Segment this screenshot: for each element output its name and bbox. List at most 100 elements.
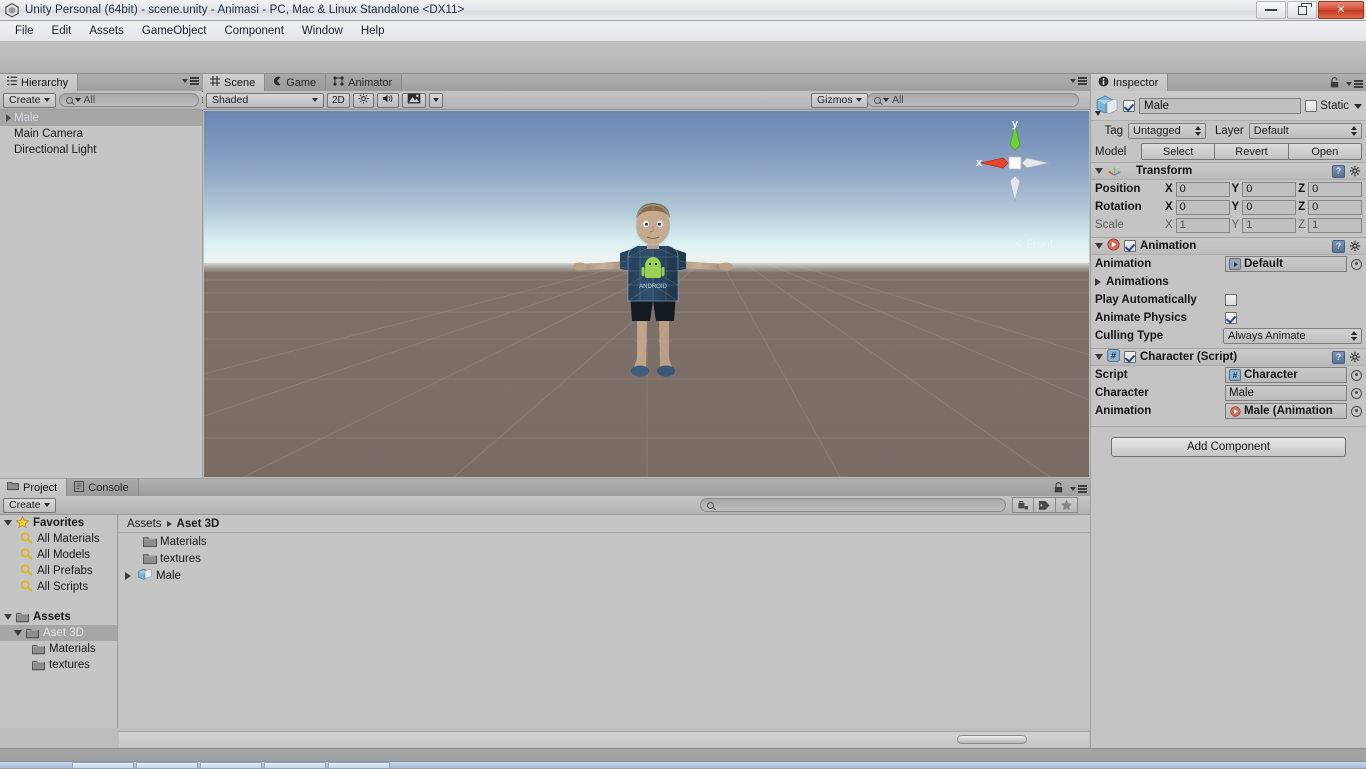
close-button[interactable]: ✕: [1318, 1, 1364, 19]
foldout-arrow-icon[interactable]: [1095, 168, 1103, 174]
tree-item-favorites[interactable]: Favorites: [0, 515, 117, 531]
script-picker-button[interactable]: [1351, 370, 1362, 381]
tag-dropdown[interactable]: Untagged: [1128, 123, 1206, 139]
static-checkbox[interactable]: [1305, 100, 1317, 112]
project-search-input[interactable]: [700, 498, 1006, 512]
animations-list-row[interactable]: Animations: [1091, 273, 1366, 291]
gear-icon[interactable]: [1349, 165, 1362, 178]
scene-viewport[interactable]: ANDROID: [204, 111, 1089, 477]
tab-game[interactable]: Game: [265, 74, 326, 91]
minimize-button[interactable]: [1256, 1, 1286, 19]
foldout-arrow-icon[interactable]: [1095, 354, 1103, 360]
content-item-male[interactable]: Male: [119, 567, 1090, 584]
script-animation-field[interactable]: Male (Animation: [1225, 403, 1347, 419]
culling-type-dropdown[interactable]: Always Animate: [1223, 328, 1362, 344]
menu-gameobject[interactable]: GameObject: [133, 23, 216, 39]
tree-item-assets[interactable]: Assets: [0, 609, 117, 625]
play-automatically-checkbox[interactable]: [1225, 294, 1237, 306]
foldout-arrow-icon[interactable]: [4, 520, 12, 526]
scene-effects-dropdown[interactable]: [429, 93, 443, 108]
tree-item-aset-3d[interactable]: Aset 3D: [0, 625, 117, 641]
scene-audio-toggle[interactable]: [377, 93, 399, 108]
tab-scene[interactable]: Scene: [203, 74, 265, 91]
filter-favorites-button[interactable]: [1056, 497, 1078, 513]
expand-arrow-icon[interactable]: [125, 572, 131, 580]
lock-icon[interactable]: [1330, 77, 1339, 91]
scene-draw-mode-dropdown[interactable]: Shaded: [206, 93, 324, 108]
rotation-x-input[interactable]: 0: [1176, 200, 1230, 215]
model-open-button[interactable]: Open: [1289, 143, 1362, 160]
hierarchy-item-male[interactable]: Male: [0, 110, 202, 126]
hierarchy-item-directional-light[interactable]: Directional Light: [0, 142, 202, 158]
content-item-materials[interactable]: Materials: [119, 533, 1090, 550]
gear-icon[interactable]: [1349, 351, 1362, 364]
menu-window[interactable]: Window: [293, 23, 352, 39]
tab-inspector[interactable]: Inspector: [1091, 74, 1168, 91]
animate-physics-checkbox[interactable]: [1225, 312, 1237, 324]
menu-edit[interactable]: Edit: [43, 23, 81, 39]
scene-view-orientation-label[interactable]: Front: [1014, 239, 1053, 251]
restore-button[interactable]: [1287, 1, 1317, 19]
scrollbar-thumb[interactable]: [957, 735, 1027, 744]
help-icon[interactable]: ?: [1332, 165, 1345, 178]
character-model-male[interactable]: ANDROID: [568, 201, 738, 386]
gear-icon[interactable]: [1349, 240, 1362, 253]
rotation-z-input[interactable]: 0: [1308, 200, 1362, 215]
scene-effects-toggle[interactable]: [402, 93, 426, 108]
character-picker-button[interactable]: [1351, 388, 1362, 399]
tree-item-all-prefabs[interactable]: All Prefabs: [0, 563, 117, 579]
object-name-input[interactable]: Male: [1139, 98, 1301, 114]
scene-lighting-toggle[interactable]: [353, 93, 374, 108]
hierarchy-tab-menu[interactable]: [182, 77, 199, 85]
tab-hierarchy[interactable]: Hierarchy: [0, 74, 78, 91]
tree-item-textures[interactable]: textures: [0, 657, 117, 673]
character-field[interactable]: Male: [1225, 385, 1347, 401]
character-script-enabled-checkbox[interactable]: [1124, 351, 1136, 363]
tree-item-materials[interactable]: Materials: [0, 641, 117, 657]
component-header-transform[interactable]: Transform ?: [1091, 162, 1366, 180]
static-toggle-group[interactable]: Static: [1305, 100, 1362, 112]
filter-by-type-button[interactable]: [1012, 497, 1034, 513]
rotation-y-input[interactable]: 0: [1242, 200, 1296, 215]
help-icon[interactable]: ?: [1332, 351, 1345, 364]
component-header-character-script[interactable]: # Character (Script) ?: [1091, 348, 1366, 366]
scale-x-input[interactable]: 1: [1176, 218, 1230, 233]
position-z-input[interactable]: 0: [1308, 182, 1362, 197]
component-header-animation[interactable]: Animation ?: [1091, 237, 1366, 255]
script-field[interactable]: # Character: [1225, 367, 1347, 383]
scene-search-input[interactable]: All: [867, 93, 1079, 107]
position-x-input[interactable]: 0: [1176, 182, 1230, 197]
tab-project[interactable]: Project: [0, 479, 67, 496]
project-tab-menu[interactable]: [1054, 482, 1087, 496]
menu-file[interactable]: File: [6, 23, 43, 39]
menu-assets[interactable]: Assets: [80, 23, 133, 39]
foldout-arrow-icon[interactable]: [14, 630, 22, 636]
object-enabled-checkbox[interactable]: [1123, 100, 1135, 112]
tab-animator[interactable]: Animator: [326, 74, 402, 91]
content-item-textures[interactable]: textures: [119, 550, 1090, 567]
breadcrumb-assets[interactable]: Assets: [127, 518, 162, 530]
add-component-button[interactable]: Add Component: [1111, 437, 1346, 457]
expand-arrow-icon[interactable]: [6, 114, 11, 122]
model-select-button[interactable]: Select: [1141, 143, 1215, 160]
model-revert-button[interactable]: Revert: [1215, 143, 1288, 160]
animation-clip-field[interactable]: Default: [1225, 256, 1347, 272]
scene-orientation-gizmo[interactable]: y x: [973, 119, 1057, 219]
chevron-down-icon[interactable]: [1354, 104, 1362, 109]
scene-2d-toggle[interactable]: 2D: [327, 93, 350, 108]
hierarchy-search-input[interactable]: All: [59, 93, 199, 107]
inspector-tab-menu[interactable]: [1330, 77, 1363, 91]
tree-item-all-materials[interactable]: All Materials: [0, 531, 117, 547]
foldout-arrow-icon[interactable]: [4, 614, 12, 620]
lock-icon[interactable]: [1054, 482, 1063, 496]
tree-item-all-models[interactable]: All Models: [0, 547, 117, 563]
help-icon[interactable]: ?: [1332, 240, 1345, 253]
scale-y-input[interactable]: 1: [1242, 218, 1296, 233]
project-create-button[interactable]: Create: [3, 498, 56, 513]
foldout-arrow-icon[interactable]: [1095, 243, 1103, 249]
project-horizontal-scrollbar[interactable]: [119, 731, 1089, 747]
tab-console[interactable]: Console: [67, 479, 138, 496]
animation-clip-picker-button[interactable]: [1351, 259, 1362, 270]
animation-enabled-checkbox[interactable]: [1124, 240, 1136, 252]
filter-by-label-button[interactable]: [1034, 497, 1056, 513]
